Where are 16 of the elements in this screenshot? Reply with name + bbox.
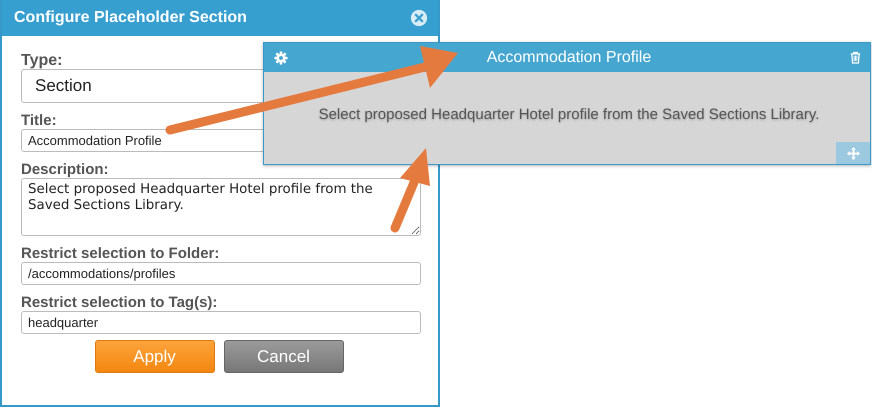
description-field[interactable]: Select proposed Headquarter Hotel profile from the Saved Sections Library.	[21, 178, 421, 236]
trash-icon[interactable]	[850, 51, 861, 64]
field-label: Restrict selection to Tag(s):	[21, 294, 218, 311]
field-label: Description:	[21, 161, 109, 178]
close-icon[interactable]	[410, 9, 428, 27]
input-field[interactable]: headquarter	[21, 311, 421, 334]
dialog-title: Configure Placeholder Section	[14, 9, 247, 27]
field-label: Restrict selection to Folder:	[21, 245, 220, 262]
cancel-button[interactable]: Cancel	[224, 340, 344, 373]
input-field[interactable]: /accommodations/profiles	[21, 262, 421, 285]
field-label: Title:	[21, 112, 57, 129]
move-handle[interactable]	[836, 142, 870, 164]
gear-icon[interactable]	[274, 50, 288, 64]
panel-title: Accommodation Profile	[486, 48, 652, 66]
panel-description: Select proposed Headquarter Hotel profile from the Saved Sections Library.	[318, 106, 820, 122]
field-label: Type:	[21, 52, 62, 69]
